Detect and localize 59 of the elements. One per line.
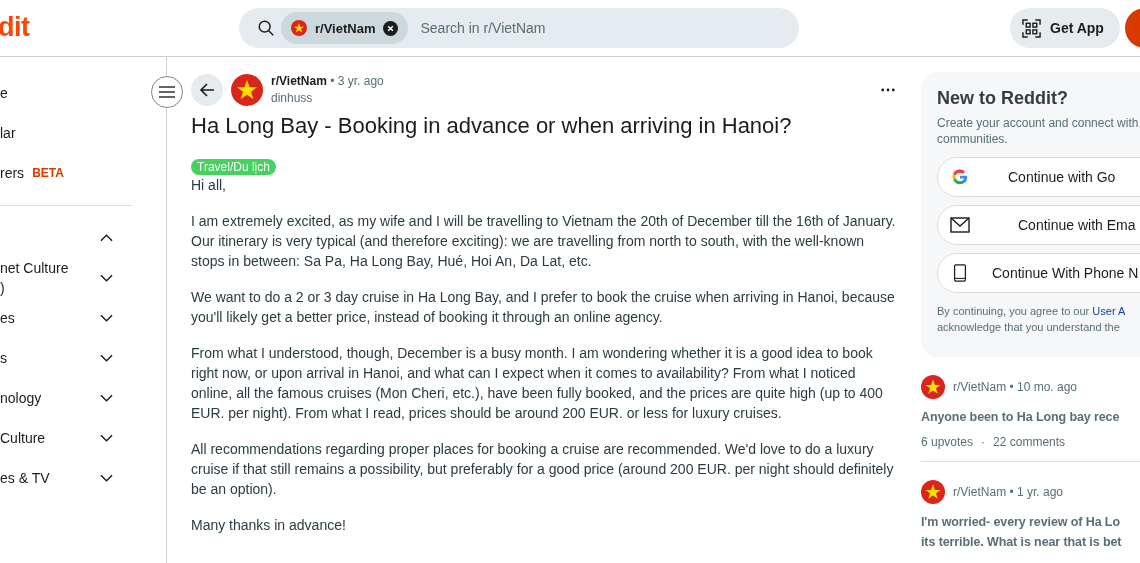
beta-label: BETA [32, 166, 64, 180]
post-paragraph: We want to do a 2 or 3 day cruise in Ha Long Bay, and I prefer to book the cruise when arriving in Hanoi, because you'll likely get a better price, instead of booking it through an online agency. [191, 288, 896, 327]
sidebar-section[interactable]: es [0, 308, 15, 328]
post-paragraph: I am extremely excited, as my wife and I will be travelling to Vietnam the 20th of December till the 16th of January. Our itinerary is very typical (and therefore exciting): we are travelling from north to south, with the well-known stops in between: Sa Pa, Ha Long Bay, Hué, Hoi An, Da Lat, etc. [191, 212, 897, 271]
sidebar-item[interactable]: e [0, 85, 8, 101]
sidebar-section[interactable]: net Culture ) [0, 258, 69, 298]
post-paragraph: Many thanks in advance! [191, 516, 347, 535]
continue-button[interactable]: Continue with Ema [937, 205, 1140, 245]
chevron-icon[interactable] [100, 434, 113, 442]
chevron-icon[interactable] [100, 274, 113, 282]
get-app-button[interactable]: Get App [1010, 8, 1120, 48]
chip-label: r/VietNam [315, 20, 376, 36]
flag-icon [291, 20, 307, 36]
envelope-icon [950, 216, 970, 234]
menu-button[interactable] [151, 76, 183, 108]
chevron-icon[interactable] [100, 234, 113, 242]
continue-button[interactable]: Continue with Go [937, 157, 1140, 197]
chevron-icon[interactable] [100, 314, 113, 322]
qr-code-icon [1022, 18, 1041, 38]
related-post-meta[interactable]: r/VietNam • 1 yr. ago [953, 485, 1064, 499]
post-paragraph: Hi all, [191, 176, 227, 195]
separator-dot: · [981, 435, 986, 449]
related-post-title[interactable]: Anyone been to Ha Long bay rece [921, 407, 1140, 427]
author-link[interactable]: dinhuss [271, 91, 313, 105]
chevron-icon[interactable] [100, 474, 113, 482]
back-button[interactable] [191, 74, 223, 106]
google-icon [950, 168, 970, 186]
comment-count: 22 comments [993, 435, 1066, 449]
continue-button[interactable]: Continue With Phone N [937, 253, 1140, 293]
sidebar-section[interactable]: s [0, 348, 7, 368]
post-time: • 3 yr. ago [330, 74, 384, 88]
sidebar-item[interactable]: lar [0, 125, 16, 141]
search-icon [257, 19, 275, 37]
flag-icon [231, 74, 263, 106]
sidebar-item[interactable]: rers [0, 165, 25, 181]
user-agreement-link[interactable]: User A [1092, 305, 1126, 317]
upvote-count: 6 upvotes [921, 435, 974, 449]
community-chip[interactable]: r/VietNam [281, 12, 409, 44]
menu-icon [159, 86, 175, 98]
post-paragraph: All recommendations regarding proper places for booking a cruise are recommended. We'd love to do a luxury cruise if that still remains a possibility, but preferably for a good price (around 200 EUR. per night should definitely be an option). [191, 440, 895, 499]
card-title: New to Reddit? [937, 88, 1069, 109]
search-field[interactable]: r/VietNam Search in r/VietNam [239, 8, 799, 48]
post-title: Ha Long Bay - Booking in advance or when arriving in Hanoi? [191, 112, 793, 140]
related-post-title[interactable]: I'm worried- every review of Ha Lo its terrible. What is near that is bet [921, 512, 1140, 552]
related-post-meta[interactable]: r/VietNam • 10 mo. ago [953, 380, 1078, 394]
sidebar-section[interactable]: Culture [0, 428, 46, 448]
chevron-icon[interactable] [100, 394, 113, 402]
community-link[interactable]: r/VietNam [271, 74, 327, 88]
flag-icon [921, 375, 945, 399]
sidebar-section[interactable]: es & TV [0, 468, 50, 488]
chevron-icon[interactable] [100, 354, 113, 362]
legal-text: By continuing, you agree to our User A acknowledge that you understand the [937, 304, 1127, 335]
post-paragraph: From what I understood, though, December is a busy month. I am wondering whether it is a good idea to book right now, or upon arrival in Hanoi, and what can I expect when it comes to availability? From what I noticed online, all the famous cruises (Mon Cheri, etc.), have been fully booked, and the prices are quite high (up to 400 EUR. per night). From what I read, prices should be around 200 EUR. or less for luxury cruises. [191, 344, 884, 423]
more-icon[interactable] [881, 88, 895, 92]
card-subtitle: Create your account and connect with communities. [937, 115, 1140, 147]
back-arrow-icon [199, 82, 215, 98]
flag-icon [921, 480, 945, 504]
close-icon[interactable] [383, 20, 399, 36]
sidebar-section[interactable]: nology [0, 388, 42, 408]
